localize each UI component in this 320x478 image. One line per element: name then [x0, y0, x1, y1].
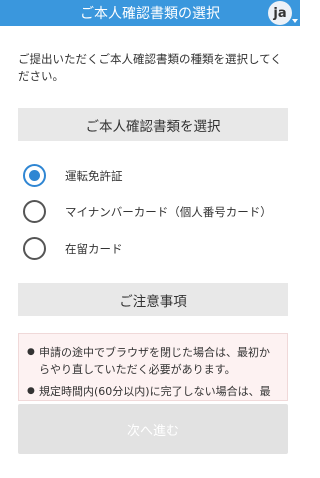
next-button[interactable]: 次へ進む — [18, 404, 288, 454]
section-title: ご本人確認書類を選択 — [85, 118, 221, 135]
notes-item: ● 規定時間内(60分以内)に完了しない場合は、最初 — [27, 383, 279, 400]
radio-button-checked[interactable] — [23, 164, 46, 187]
app-header: ご本人確認書類の選択 ja — [0, 0, 300, 26]
page-title: ご本人確認書類の選択 — [80, 6, 220, 22]
bullet-icon: ● — [27, 386, 35, 396]
section-title: ご注意事項 — [119, 293, 187, 310]
option-label: マイナンバーカード（個人番号カード） — [65, 204, 272, 219]
option-drivers-license[interactable]: 運転免許証 — [23, 164, 288, 187]
language-switcher[interactable]: ja — [268, 1, 292, 25]
notes-text: 規定時間内(60分以内)に完了しない場合は、最初 — [39, 385, 271, 398]
section-header-select-document: ご本人確認書類を選択 — [18, 108, 288, 141]
notes-box[interactable]: ● 申請の途中でブラウザを閉じた場合は、最初からやり直していただく必要があります… — [18, 333, 288, 401]
radio-dot-icon — [29, 170, 40, 181]
bullet-icon: ● — [27, 347, 35, 357]
option-residence-card[interactable]: 在留カード — [23, 237, 288, 260]
option-my-number-card[interactable]: マイナンバーカード（個人番号カード） — [23, 200, 288, 223]
notes-item: ● 申請の途中でブラウザを閉じた場合は、最初からやり直していただく必要があります… — [27, 344, 279, 378]
option-label: 運転免許証 — [65, 168, 123, 183]
language-code: ja — [273, 5, 287, 21]
option-label: 在留カード — [65, 241, 123, 256]
section-header-notes: ご注意事項 — [18, 283, 288, 316]
next-button-label: 次へ進む — [126, 423, 179, 439]
radio-button[interactable] — [23, 237, 46, 260]
radio-button[interactable] — [23, 200, 46, 223]
chevron-down-icon[interactable] — [292, 19, 298, 23]
notes-text: 申請の途中でブラウザを閉じた場合は、最初からやり直していただく必要があります。 — [39, 346, 270, 376]
intro-text: ご提出いただくご本人確認書類の種類を選択してください。 — [18, 52, 282, 83]
